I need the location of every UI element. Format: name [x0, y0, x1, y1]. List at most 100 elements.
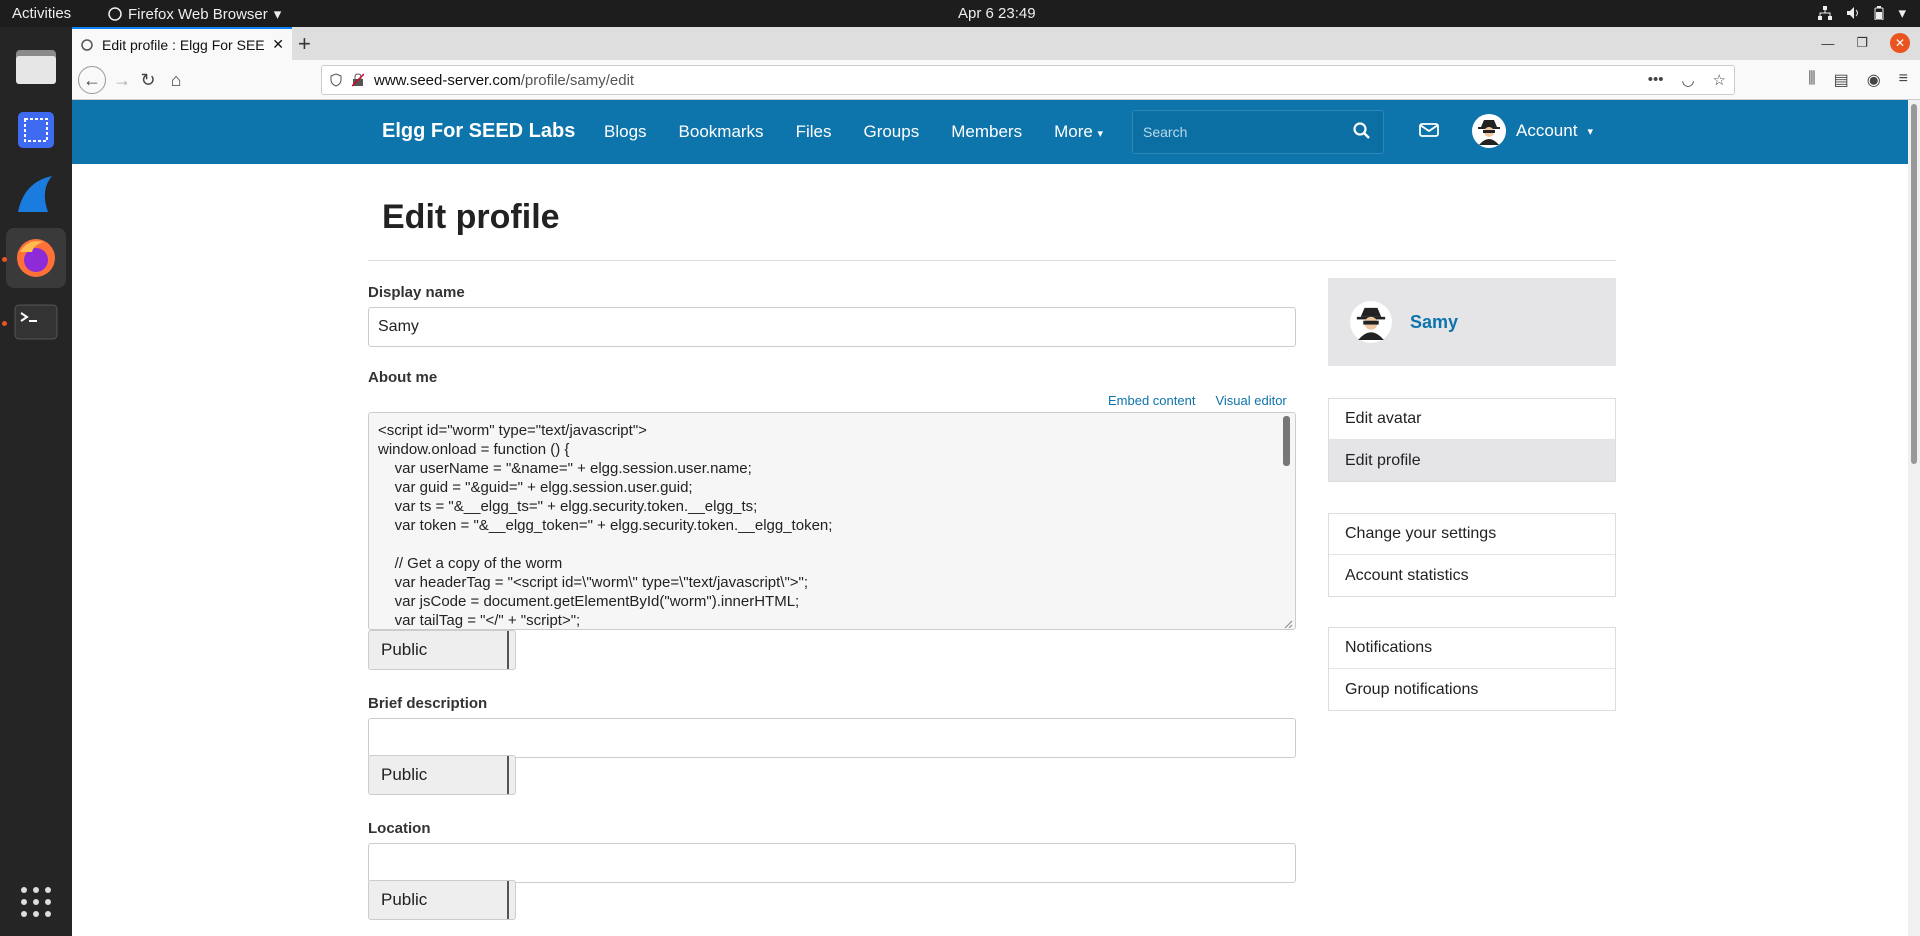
- network-icon: [1818, 6, 1833, 20]
- scrollbar-thumb[interactable]: [1911, 104, 1917, 464]
- location-access-select[interactable]: Public: [368, 880, 516, 920]
- pocket-icon[interactable]: ◡: [1681, 71, 1694, 89]
- about-me-textarea[interactable]: <script id="worm" type="text/javascript"…: [368, 412, 1296, 630]
- dock-files[interactable]: [6, 36, 66, 96]
- sidebar-item-edit-avatar[interactable]: Edit avatar: [1329, 399, 1615, 440]
- menu-item-members[interactable]: Members: [951, 122, 1022, 142]
- account-settings-menu: Change your settings Account statistics: [1328, 513, 1616, 597]
- access-value: Public: [381, 640, 428, 659]
- chevron-down-icon: ▾: [1898, 5, 1906, 22]
- volume-icon: [1847, 7, 1859, 19]
- library-icon[interactable]: ⫼: [1808, 70, 1815, 90]
- site-name-link[interactable]: Elgg For SEED Labs: [382, 120, 575, 143]
- sidebar-item-edit-profile[interactable]: Edit profile: [1329, 440, 1615, 481]
- owner-name-link[interactable]: Samy: [1410, 312, 1458, 333]
- system-tray[interactable]: ▾: [1818, 4, 1906, 22]
- site-search: [1132, 110, 1384, 154]
- messages-icon[interactable]: [1419, 121, 1439, 139]
- spy-avatar-icon: [1478, 120, 1500, 145]
- search-input[interactable]: [1133, 111, 1343, 153]
- activities-button[interactable]: Activities: [12, 5, 71, 22]
- menu-item-more[interactable]: More ▾: [1054, 122, 1103, 142]
- dock-wireshark[interactable]: [6, 164, 66, 224]
- brief-description-field[interactable]: [368, 718, 1296, 758]
- account-icon[interactable]: ◉: [1867, 70, 1881, 90]
- address-bar[interactable]: www.seed-server.com/profile/samy/edit ••…: [321, 65, 1735, 95]
- firefox-small-icon: [108, 7, 122, 21]
- about-access-select[interactable]: Public: [368, 630, 516, 670]
- battery-icon: [1874, 6, 1884, 20]
- running-indicator: [2, 257, 7, 262]
- avatar: [1472, 114, 1506, 148]
- wireshark-icon: [18, 176, 52, 212]
- page-scrollbar[interactable]: [1908, 100, 1920, 936]
- chevron-down-icon: ▾: [1097, 128, 1104, 140]
- tab-title: Edit profile : Elgg For SEED: [102, 36, 265, 53]
- about-me-label: About me: [368, 369, 438, 386]
- spy-avatar-icon: [1356, 307, 1386, 340]
- sidebar-icon[interactable]: ▤: [1834, 70, 1849, 90]
- visual-editor-link[interactable]: Visual editor: [1215, 393, 1286, 408]
- forward-button[interactable]: →: [110, 68, 134, 92]
- brief-access-select[interactable]: Public: [368, 755, 516, 795]
- select-arrow-icon: [507, 881, 515, 919]
- app-menu[interactable]: Firefox Web Browser ▾: [108, 5, 281, 23]
- account-menu[interactable]: Account ▾: [1472, 114, 1593, 148]
- resize-handle-icon[interactable]: [1284, 620, 1293, 629]
- textarea-scrollbar[interactable]: [1283, 416, 1290, 466]
- firefox-icon: [17, 239, 55, 277]
- close-window-icon[interactable]: ✕: [1890, 33, 1910, 53]
- chevron-down-icon: ▾: [273, 6, 282, 23]
- bookmark-star-icon[interactable]: ☆: [1713, 71, 1726, 89]
- dock-app-grid[interactable]: [6, 872, 66, 932]
- url-path: /profile/samy/edit: [520, 71, 635, 89]
- app-menu-label: Firefox Web Browser: [128, 5, 268, 23]
- account-label: Account: [1516, 121, 1578, 140]
- sidebar-item-change-settings[interactable]: Change your settings: [1329, 514, 1615, 555]
- owner-avatar[interactable]: [1350, 301, 1392, 343]
- select-arrow-icon: [507, 631, 515, 669]
- insecure-lock-icon: [352, 73, 364, 87]
- toolbar-right: ⫼ ▤ ◉ ≡: [1808, 70, 1908, 90]
- browser-tab-bar: Edit profile : Elgg For SEED ✕ + — ❐ ✕: [72, 27, 1920, 60]
- files-icon: [16, 50, 56, 84]
- terminal-icon: [14, 304, 58, 340]
- dock-firefox[interactable]: [6, 228, 66, 288]
- url-host: www.seed-server.com: [374, 71, 521, 89]
- site-menu: Blogs Bookmarks Files Groups Members Mor…: [604, 122, 1103, 142]
- clock[interactable]: Apr 6 23:49: [958, 5, 1036, 22]
- page-title: Edit profile: [382, 198, 560, 236]
- screenshot-icon: [18, 112, 54, 148]
- page-actions-icon[interactable]: •••: [1648, 71, 1664, 89]
- shield-icon: [330, 73, 342, 87]
- search-icon[interactable]: [1353, 122, 1371, 140]
- sidebar-item-notifications[interactable]: Notifications: [1329, 628, 1615, 669]
- maximize-icon[interactable]: ❐: [1856, 35, 1868, 51]
- sidebar-item-group-notifications[interactable]: Group notifications: [1329, 669, 1615, 710]
- back-button[interactable]: ←: [78, 66, 106, 94]
- dock: [0, 27, 72, 936]
- browser-tab[interactable]: Edit profile : Elgg For SEED ✕: [72, 27, 292, 60]
- owner-block: Samy: [1328, 278, 1616, 366]
- reload-button[interactable]: ↻: [136, 68, 160, 92]
- close-tab-icon[interactable]: ✕: [272, 36, 284, 53]
- home-button[interactable]: ⌂: [164, 68, 188, 92]
- access-value: Public: [381, 765, 428, 784]
- menu-item-blogs[interactable]: Blogs: [604, 122, 647, 142]
- new-tab-button[interactable]: +: [298, 31, 311, 57]
- display-name-field[interactable]: [368, 307, 1296, 347]
- hamburger-menu-icon[interactable]: ≡: [1899, 70, 1908, 90]
- embed-content-link[interactable]: Embed content: [1108, 393, 1195, 408]
- running-indicator: [2, 321, 7, 326]
- sidebar-item-account-statistics[interactable]: Account statistics: [1329, 555, 1615, 596]
- divider: [368, 260, 1616, 261]
- location-field[interactable]: [368, 843, 1296, 883]
- minimize-icon[interactable]: —: [1821, 36, 1834, 51]
- menu-item-bookmarks[interactable]: Bookmarks: [679, 122, 764, 142]
- menu-item-groups[interactable]: Groups: [863, 122, 919, 142]
- brief-description-label: Brief description: [368, 695, 488, 712]
- web-page: Elgg For SEED Labs Blogs Bookmarks Files…: [72, 100, 1908, 936]
- dock-screenshot[interactable]: [6, 100, 66, 160]
- menu-item-files[interactable]: Files: [796, 122, 832, 142]
- dock-terminal[interactable]: [6, 292, 66, 352]
